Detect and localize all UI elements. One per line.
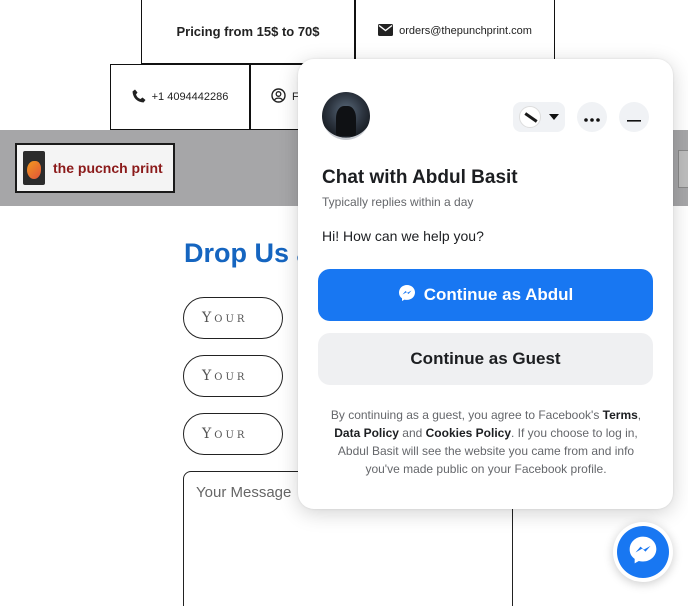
page-switcher[interactable] [513, 102, 565, 132]
disclaimer-sep-2: and [398, 426, 426, 440]
disclaimer-text-1: By continuing as a guest, you agree to F… [330, 408, 603, 422]
chat-panel: Chat with Abdul Basit Typically replies … [298, 59, 673, 509]
continue-as-user-label: Continue as Abdul [423, 285, 574, 304]
pricing-text: Pricing from 15$ to 70$ [176, 23, 320, 39]
name-field[interactable]: Your [183, 297, 283, 339]
guest-disclaimer: By continuing as a guest, you agree to F… [326, 406, 646, 478]
minimize-button[interactable] [619, 102, 649, 132]
pricing-info: Pricing from 15$ to 70$ [141, 0, 355, 64]
terms-link[interactable]: Terms [603, 408, 638, 422]
cookies-policy-link[interactable]: Cookies Policy [426, 426, 511, 440]
page: Pricing from 15$ to 70$ orders@thepunchp… [0, 0, 688, 606]
chat-subtitle: Typically replies within a day [322, 195, 474, 209]
email-field[interactable]: Your [183, 355, 283, 397]
messenger-icon [628, 535, 658, 570]
user-circle-icon [271, 88, 286, 106]
envelope-icon [378, 23, 394, 39]
more-options-button[interactable] [577, 102, 607, 132]
more-dots-icon [584, 109, 600, 125]
phone-icon [132, 89, 146, 106]
mini-avatar [519, 106, 541, 128]
chat-title: Chat with Abdul Basit [322, 167, 518, 188]
messenger-launcher-inner [617, 526, 669, 578]
logo-text: the pucnch print [53, 160, 163, 176]
site-logo[interactable]: the pucnch print [15, 143, 175, 193]
email-text: orders@thepunchprint.com [399, 25, 532, 37]
phone-info[interactable]: +1 4094442286 [110, 64, 250, 130]
logo-mark-icon [23, 151, 45, 185]
chat-greeting: Hi! How can we help you? [322, 228, 484, 244]
phone-text: +1 4094442286 [151, 91, 229, 103]
continue-as-user-button[interactable]: Continue as Abdul [318, 269, 653, 321]
avatar [322, 92, 370, 140]
messenger-icon [398, 284, 416, 307]
nav-button-edge[interactable] [678, 150, 688, 188]
phone-field[interactable]: Your [183, 413, 283, 455]
chevron-down-icon [549, 114, 559, 120]
continue-as-guest-button[interactable]: Continue as Guest [318, 333, 653, 385]
continue-as-guest-label: Continue as Guest [410, 349, 561, 368]
disclaimer-sep-1: , [637, 408, 642, 422]
data-policy-link[interactable]: Data Policy [334, 426, 399, 440]
messenger-launcher-button[interactable] [613, 522, 673, 582]
form-title: Drop Us a [184, 238, 312, 268]
email-info[interactable]: orders@thepunchprint.com [355, 0, 555, 64]
minimize-icon [627, 109, 641, 125]
